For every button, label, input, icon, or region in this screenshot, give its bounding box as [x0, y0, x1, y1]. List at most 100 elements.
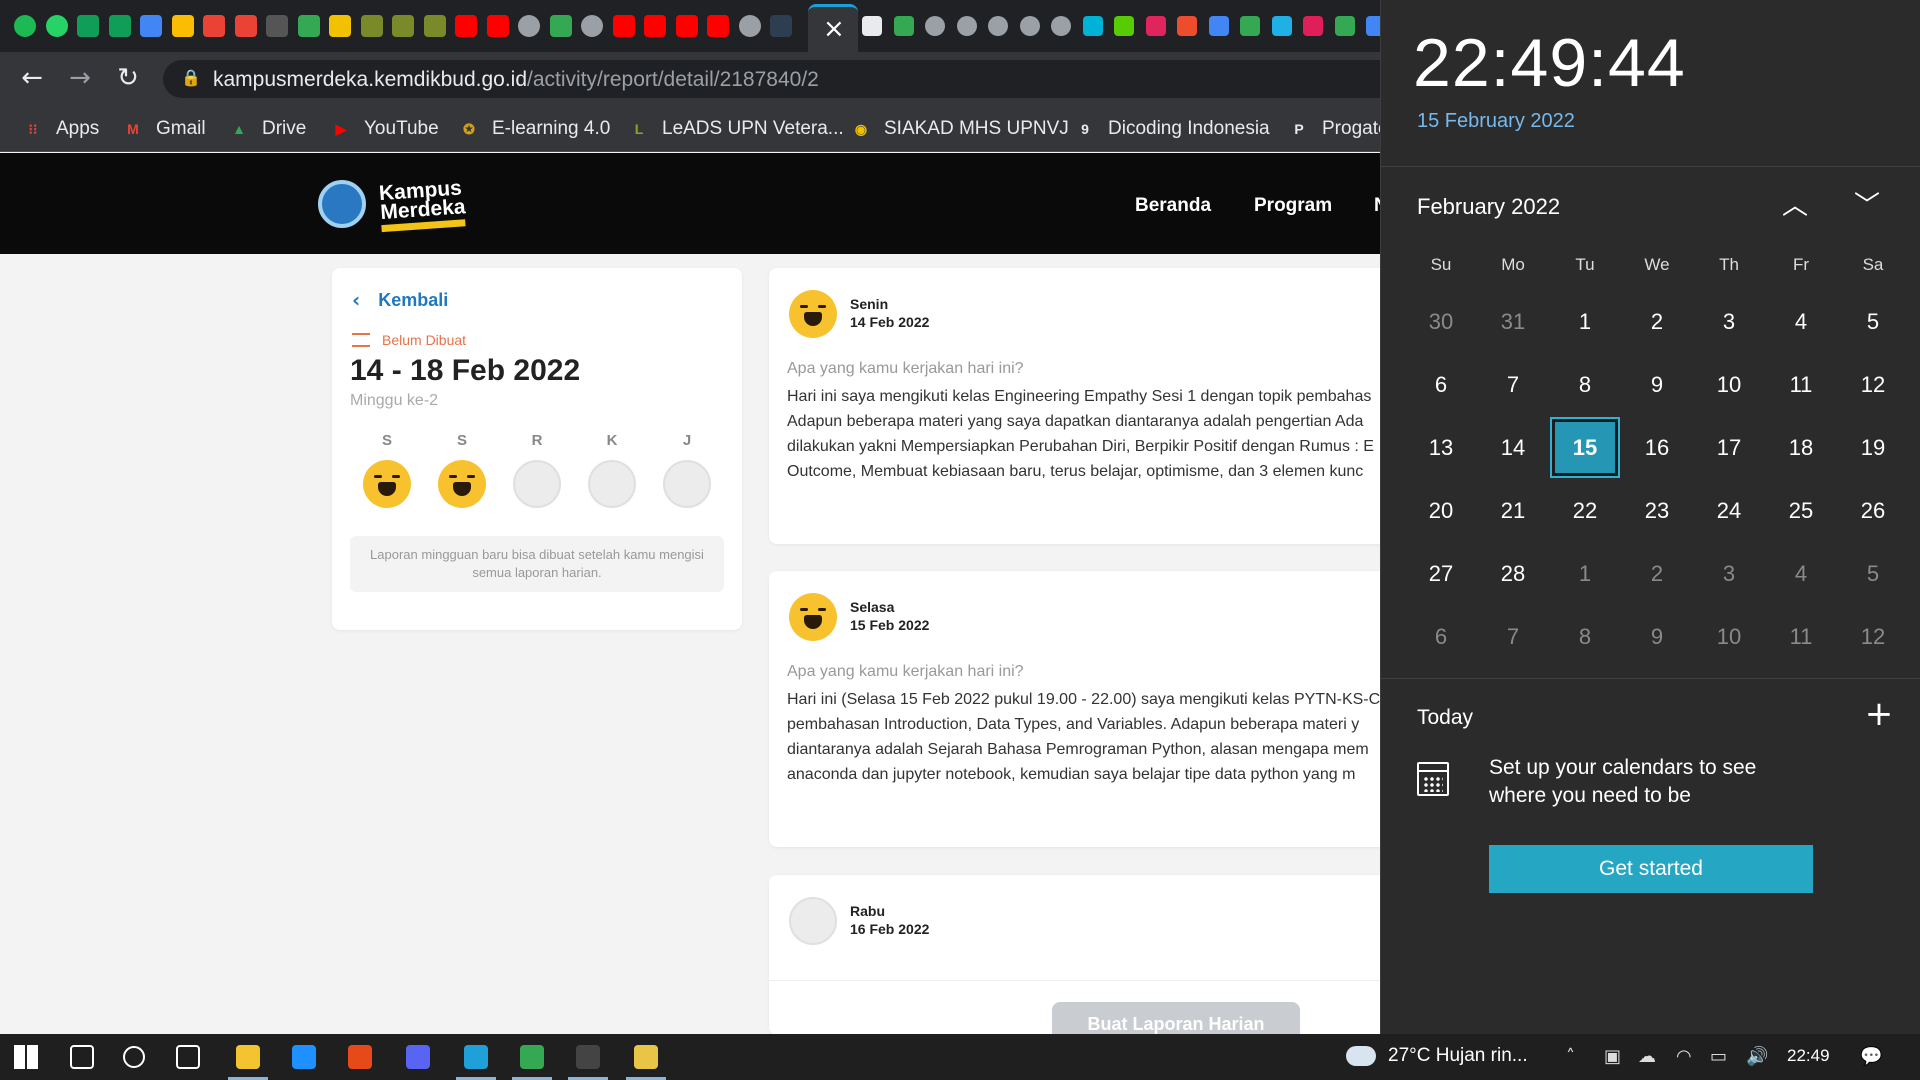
bookmark-e-learning-4-0[interactable]: ✪ E-learning 4.0	[458, 116, 610, 142]
volume-icon[interactable]: 🔊	[1746, 1046, 1768, 1067]
calendar-day[interactable]: 3	[1693, 542, 1765, 605]
daily-report-card-tuesday[interactable]: Selasa 15 Feb 2022 Apa yang kamu kerjakan…	[769, 571, 1389, 847]
cortana-icon[interactable]	[108, 1034, 160, 1080]
whatsapp-icon[interactable]	[45, 15, 68, 37]
upnvj-icon[interactable]	[329, 15, 351, 37]
globe-icon[interactable]	[1019, 16, 1040, 36]
wifi-icon[interactable]: ◠	[1676, 1046, 1692, 1067]
calendar-day[interactable]: 31	[1477, 290, 1549, 353]
gmail-icon[interactable]	[234, 15, 257, 37]
bookmark-youtube[interactable]: ▶ YouTube	[330, 116, 439, 142]
owl-icon[interactable]	[1114, 16, 1134, 36]
clock-date[interactable]: 15 February 2022	[1417, 110, 1575, 133]
add-event-icon[interactable]: +	[1861, 696, 1897, 732]
globe-icon[interactable]	[925, 16, 945, 36]
calendar-day[interactable]: 6	[1405, 605, 1477, 668]
drive-icon[interactable]	[297, 15, 320, 37]
globe-icon[interactable]	[518, 15, 540, 37]
leads-icon[interactable]	[360, 15, 383, 37]
active-tab[interactable]: ×	[808, 4, 858, 52]
calendar-day-today[interactable]: 15	[1549, 416, 1621, 479]
compass-icon[interactable]	[862, 16, 882, 36]
office-icon[interactable]	[334, 1034, 386, 1080]
calendar-day[interactable]: 23	[1621, 479, 1693, 542]
notifications-icon[interactable]: 💬	[1860, 1046, 1882, 1067]
globe-icon[interactable]	[988, 16, 1008, 36]
bookmark-leads-upn-vetera[interactable]: L LeADS UPN Vetera...	[628, 116, 844, 142]
back-arrow-icon[interactable]: ←	[16, 62, 48, 94]
chrome-icon[interactable]	[506, 1034, 558, 1080]
calendar-day[interactable]: 8	[1549, 605, 1621, 668]
youtube-icon[interactable]	[644, 15, 666, 37]
calendar-day[interactable]: 16	[1621, 416, 1693, 479]
leads-icon[interactable]	[423, 15, 446, 37]
calendar-day[interactable]: 13	[1405, 416, 1477, 479]
edge-icon[interactable]	[450, 1034, 502, 1080]
month-title[interactable]: February 2022	[1417, 194, 1560, 220]
calendar-day[interactable]: 2	[1621, 542, 1693, 605]
onedrive-icon[interactable]: ☁	[1638, 1046, 1656, 1067]
calendar-day[interactable]: 4	[1765, 542, 1837, 605]
ok-icon[interactable]	[1082, 16, 1103, 36]
forward-arrow-icon[interactable]: →	[64, 62, 96, 94]
calendar-day[interactable]: 12	[1837, 605, 1909, 668]
drive-icon[interactable]	[893, 16, 914, 36]
drive-icon[interactable]	[1240, 16, 1260, 36]
bookmark-apps[interactable]: ⁝⁝ Apps	[22, 116, 100, 142]
start-button[interactable]	[0, 1034, 52, 1080]
task-view-icon[interactable]	[162, 1034, 214, 1080]
taskbar-clock[interactable]: 22:49	[1787, 1046, 1830, 1066]
youtube-icon[interactable]	[612, 15, 635, 37]
battery-icon[interactable]: ▭	[1710, 1046, 1727, 1067]
terminal-icon[interactable]	[562, 1034, 614, 1080]
translate-icon[interactable]	[1208, 16, 1229, 36]
game-icon[interactable]	[266, 15, 288, 37]
calendar-day[interactable]: 26	[1837, 479, 1909, 542]
bookmark-progate[interactable]: P Progate	[1288, 116, 1388, 142]
calendar-day[interactable]: 17	[1693, 416, 1765, 479]
dicoding-icon[interactable]	[770, 15, 792, 37]
sheets-icon[interactable]	[108, 15, 131, 37]
calendar-day[interactable]: 7	[1477, 353, 1549, 416]
bookmark-gmail[interactable]: M Gmail	[122, 116, 205, 142]
leads-icon[interactable]	[392, 15, 414, 37]
calendar-day[interactable]: 7	[1477, 605, 1549, 668]
youtube-icon[interactable]	[486, 15, 509, 37]
meet-now-icon[interactable]: ▣	[1604, 1046, 1621, 1067]
shop-icon[interactable]	[1177, 16, 1197, 36]
youtube-icon[interactable]	[675, 15, 698, 37]
calendar-day[interactable]: 19	[1837, 416, 1909, 479]
calendar-day[interactable]: 9	[1621, 353, 1693, 416]
sheets-icon[interactable]	[77, 15, 99, 37]
calendar-day[interactable]: 11	[1765, 605, 1837, 668]
calendar-day[interactable]: 22	[1549, 479, 1621, 542]
calendar-day[interactable]: 27	[1405, 542, 1477, 605]
calendar-day[interactable]: 12	[1837, 353, 1909, 416]
k-icon[interactable]	[1271, 16, 1292, 36]
youtube-icon[interactable]	[707, 15, 729, 37]
get-started-button[interactable]: Get started	[1489, 845, 1813, 893]
bookmark-siakad-mhs-upnvj[interactable]: ◉ SIAKAD MHS UPNVJ	[850, 116, 1069, 142]
git-icon[interactable]	[620, 1034, 672, 1080]
globe-icon[interactable]	[956, 16, 977, 36]
calendar-day[interactable]: 1	[1549, 290, 1621, 353]
calendar-day[interactable]: 24	[1693, 479, 1765, 542]
close-tab-icon[interactable]: ×	[823, 15, 845, 43]
calendar-day[interactable]: 3	[1693, 290, 1765, 353]
reload-icon[interactable]: ↻	[112, 62, 144, 94]
calendar-day[interactable]: 20	[1405, 479, 1477, 542]
calendar-day[interactable]: 8	[1549, 353, 1621, 416]
file-explorer-icon[interactable]	[222, 1034, 274, 1080]
globe-icon[interactable]	[1051, 16, 1071, 36]
calendar-day[interactable]: 10	[1693, 605, 1765, 668]
globe-icon[interactable]	[581, 15, 603, 37]
drive-icon[interactable]	[1334, 16, 1355, 36]
chevron-up-icon[interactable]: ˄	[1566, 1046, 1575, 1067]
drive-icon[interactable]	[549, 15, 572, 37]
globe-icon[interactable]	[738, 15, 761, 37]
calendar-day[interactable]: 5	[1837, 290, 1909, 353]
gmail-icon[interactable]	[203, 15, 225, 37]
calendar-day[interactable]: 1	[1549, 542, 1621, 605]
spotify-icon[interactable]	[14, 15, 36, 37]
calendar-day[interactable]: 4	[1765, 290, 1837, 353]
